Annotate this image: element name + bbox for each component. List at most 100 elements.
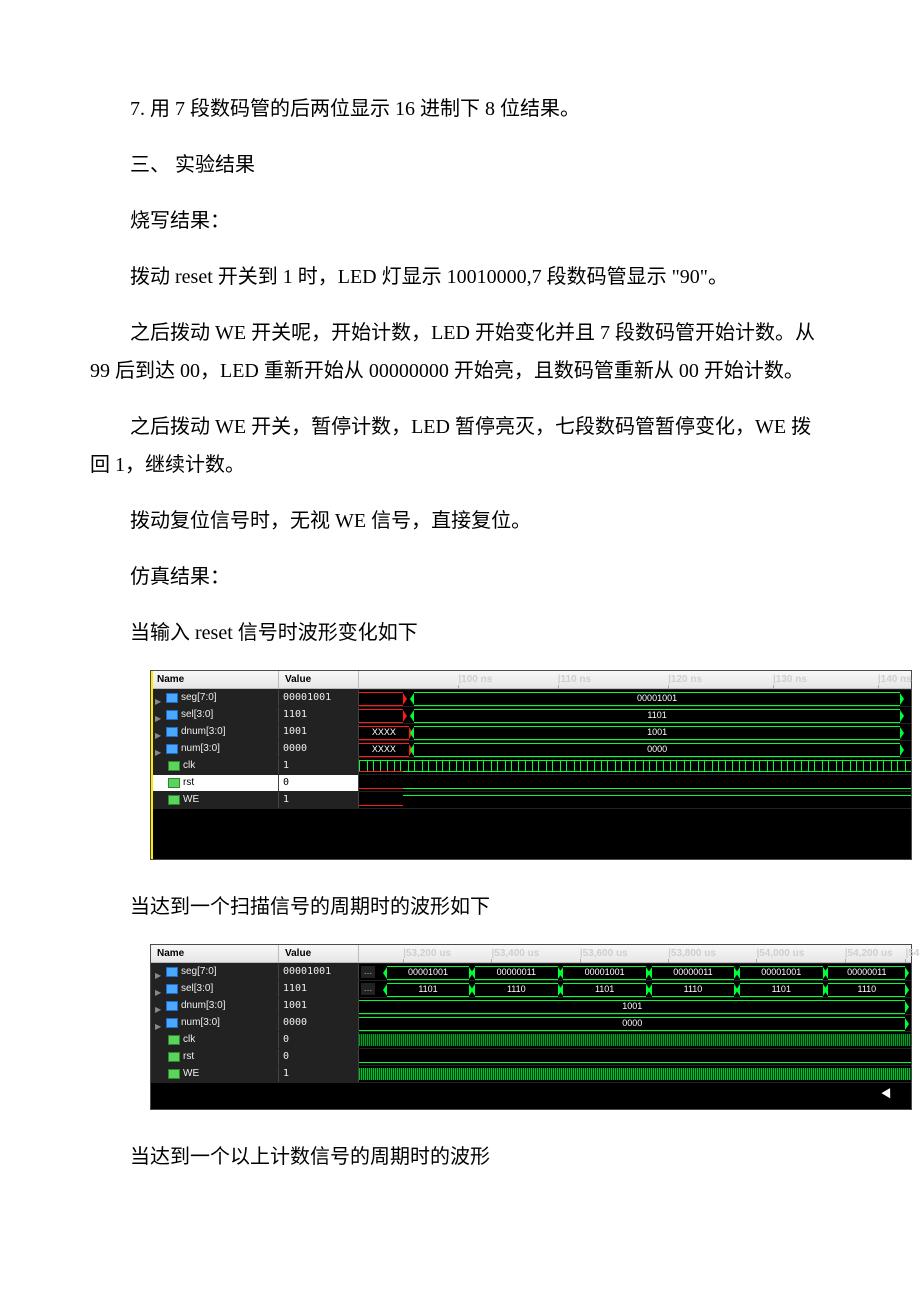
signal-row[interactable]: sel[3:0]11011101 — [151, 706, 911, 723]
signal-name-label: clk — [183, 758, 195, 774]
signal-name-cell[interactable]: clk — [151, 758, 279, 774]
signal-value-cell: 1001 — [279, 724, 359, 740]
signal-row[interactable]: num[3:0]00000000 — [151, 1014, 911, 1031]
clock-pulses — [359, 760, 911, 772]
waveform-cell[interactable]: 00001001 — [359, 690, 911, 706]
signal-name-label: seg[7:0] — [181, 690, 217, 706]
waveform-cell[interactable]: XXXX0000 — [359, 741, 911, 757]
signal-name-cell[interactable]: rst — [151, 1049, 279, 1065]
bus-segment: XXXX — [359, 743, 409, 757]
time-tick: |53,400 us — [491, 945, 539, 962]
expand-icon[interactable] — [155, 728, 163, 736]
bus-icon — [166, 710, 178, 720]
signal-name-cell[interactable]: num[3:0] — [151, 741, 279, 757]
signal-row[interactable]: WE1 — [151, 1065, 911, 1082]
section-heading: 三、 实验结果 — [90, 146, 830, 184]
bus-segment: 1101 — [387, 983, 470, 997]
signal-row[interactable]: WE1 — [151, 791, 911, 808]
waveform-cell[interactable]: XXXX1001 — [359, 724, 911, 740]
expand-icon[interactable] — [155, 985, 163, 993]
document-page: 7. 用 7 段数码管的后两位显示 16 进制下 8 位结果。 三、 实验结果 … — [0, 0, 920, 1254]
expand-icon[interactable] — [155, 968, 163, 976]
signal-line — [359, 1062, 911, 1063]
signal-name-label: rst — [183, 775, 194, 791]
paragraph: 当达到一个以上计数信号的周期时的波形 — [90, 1138, 830, 1176]
column-header-name: Name — [151, 671, 279, 688]
waveform-cell[interactable] — [359, 758, 911, 774]
waveform-cell[interactable]: 0000 — [359, 1015, 911, 1031]
waveform-cell[interactable] — [359, 775, 911, 791]
signal-name-cell[interactable]: seg[7:0] — [151, 690, 279, 706]
bus-segment: 1001 — [414, 726, 900, 740]
signal-value-cell: 0 — [279, 775, 359, 791]
signal-name-cell[interactable]: num[3:0] — [151, 1015, 279, 1031]
bus-segment: 00000011 — [475, 966, 558, 980]
signal-value-cell: 1001 — [279, 998, 359, 1014]
signal-name-cell[interactable]: sel[3:0] — [151, 707, 279, 723]
waveform-cell[interactable] — [359, 1032, 911, 1048]
column-header-name: Name — [151, 945, 279, 962]
signal-name-cell[interactable]: WE — [151, 1066, 279, 1082]
expand-icon[interactable] — [155, 1019, 163, 1027]
time-ruler: |100 ns|110 ns|120 ns|130 ns|140 ns — [359, 671, 911, 688]
bus-segment: 1110 — [828, 983, 905, 997]
bus-segment: 00001001 — [563, 966, 646, 980]
dense-signal-icon — [359, 1068, 911, 1080]
signal-name-cell[interactable]: dnum[3:0] — [151, 998, 279, 1014]
signal-icon — [168, 778, 180, 788]
bus-icon — [166, 967, 178, 977]
bus-segment: 1110 — [652, 983, 735, 997]
signal-value-cell: 1 — [279, 792, 359, 808]
signal-line — [403, 788, 911, 789]
bus-segment: 00000011 — [828, 966, 905, 980]
bus-icon — [166, 1001, 178, 1011]
column-header-value: Value — [279, 671, 359, 688]
waveform-cell[interactable]: 1001 — [359, 998, 911, 1014]
signal-name-label: num[3:0] — [181, 741, 220, 757]
time-tick: |100 ns — [458, 671, 492, 688]
signal-row[interactable]: seg[7:0]00001001…00001001000000110000100… — [151, 963, 911, 980]
signal-name-label: sel[3:0] — [181, 707, 213, 723]
expand-icon[interactable] — [155, 694, 163, 702]
signal-icon — [168, 761, 180, 771]
bus-segment: 00001001 — [740, 966, 823, 980]
expand-icon[interactable] — [155, 711, 163, 719]
paragraph: 之后拨动 WE 开关呢，开始计数，LED 开始变化并且 7 段数码管开始计数。从… — [90, 314, 830, 390]
signal-row[interactable]: dnum[3:0]1001XXXX1001 — [151, 723, 911, 740]
signal-row[interactable]: clk1 — [151, 757, 911, 774]
signal-name-cell[interactable]: clk — [151, 1032, 279, 1048]
expand-icon[interactable] — [155, 745, 163, 753]
signal-name-label: num[3:0] — [181, 1015, 220, 1031]
bus-icon — [166, 984, 178, 994]
waveform-cell[interactable] — [359, 792, 911, 808]
signal-value-cell: 0000 — [279, 741, 359, 757]
signal-row[interactable]: num[3:0] 0000XXXX0000 — [151, 740, 911, 757]
waveform-cell[interactable]: …000010010000001100001001000000110000100… — [359, 964, 911, 980]
signal-name-cell[interactable]: rst — [151, 775, 279, 791]
bus-segment: 00001001 — [414, 692, 900, 706]
waveform-cell[interactable] — [359, 1049, 911, 1065]
waveform-cell[interactable]: 1101 — [359, 707, 911, 723]
signal-row[interactable]: dnum[3:0]10011001 — [151, 997, 911, 1014]
signal-name-cell[interactable]: seg[7:0] — [151, 964, 279, 980]
bus-segment: 1101 — [414, 709, 900, 723]
signal-row[interactable]: seg[7:0]0000100100001001 — [151, 689, 911, 706]
signal-row[interactable]: sel[3:0]1101…110111101101111011011110 — [151, 980, 911, 997]
signal-row[interactable]: clk0 — [151, 1031, 911, 1048]
bus-segment: 00000011 — [652, 966, 735, 980]
paragraph: 仿真结果： — [90, 558, 830, 596]
time-tick: |53,800 us — [668, 945, 716, 962]
bus-segment: 1110 — [475, 983, 558, 997]
signal-row[interactable]: rst 0 — [151, 774, 911, 791]
signal-icon — [168, 1052, 180, 1062]
signal-row[interactable]: rst0 — [151, 1048, 911, 1065]
timeline-cursor[interactable] — [151, 671, 153, 859]
signal-name-cell[interactable]: dnum[3:0] — [151, 724, 279, 740]
bus-icon — [166, 727, 178, 737]
waveform-cell[interactable]: …110111101101111011011110 — [359, 981, 911, 997]
expand-icon[interactable] — [155, 1002, 163, 1010]
waveform-cell[interactable] — [359, 1066, 911, 1082]
signal-name-cell[interactable]: WE — [151, 792, 279, 808]
signal-name-cell[interactable]: sel[3:0] — [151, 981, 279, 997]
time-tick: |54 — [905, 945, 919, 962]
